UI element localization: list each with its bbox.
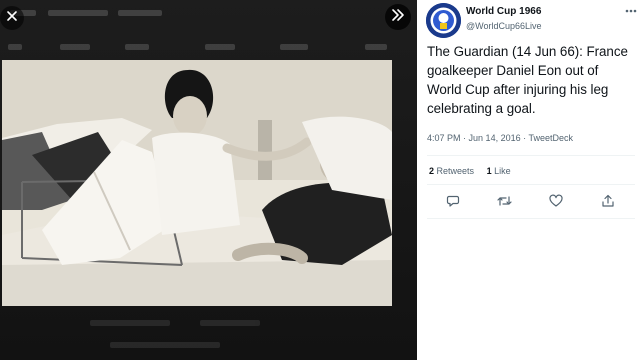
tweet-time[interactable]: 4:07 PM [427, 133, 461, 143]
reply-button[interactable] [442, 192, 464, 214]
heart-icon [549, 194, 563, 213]
tweet-date[interactable]: Jun 14, 2016 [469, 133, 521, 143]
like-button[interactable] [545, 192, 567, 214]
retweets-stat[interactable]: 2 Retweets [429, 166, 477, 176]
retweet-icon [496, 194, 512, 213]
likes-stat[interactable]: 1 Like [487, 166, 511, 176]
tweet-detail-panel: World Cup 1966 @WorldCup66Live The Guard… [417, 0, 640, 360]
likes-label: Like [494, 166, 511, 176]
tweet-source[interactable]: TweetDeck [528, 133, 573, 143]
likes-count: 1 [486, 166, 492, 176]
tweet-text: The Guardian (14 Jun 66): France goalkee… [427, 44, 628, 116]
chevron-double-right-icon [391, 8, 405, 27]
retweets-label: Retweets [436, 166, 475, 176]
retweets-count: 2 [429, 166, 435, 176]
divider [427, 155, 635, 156]
author-avatar[interactable] [426, 3, 461, 38]
divider [427, 184, 635, 185]
close-icon [6, 9, 18, 27]
close-button[interactable] [0, 6, 24, 30]
retweet-button[interactable] [493, 192, 515, 214]
divider [427, 218, 635, 219]
more-options-button[interactable] [624, 4, 638, 18]
more-icon [624, 5, 638, 22]
tweet-actions [417, 192, 640, 214]
author-name[interactable]: World Cup 1966 [466, 6, 541, 17]
share-button[interactable] [597, 192, 619, 214]
tweet-photo[interactable] [2, 60, 392, 306]
reply-icon [446, 194, 460, 213]
media-viewer [0, 0, 417, 360]
background-blurred-footer [80, 312, 340, 358]
expand-panel-button[interactable] [385, 4, 411, 30]
share-icon [601, 194, 615, 213]
tweet-stats: 2 Retweets 1 Like [429, 166, 521, 176]
hospital-photo-image [2, 60, 392, 306]
tweet-meta: 4:07 PM · Jun 14, 2016 · TweetDeck [427, 133, 573, 143]
background-blurred-header [0, 0, 417, 58]
author-handle[interactable]: @WorldCup66Live [466, 21, 542, 31]
